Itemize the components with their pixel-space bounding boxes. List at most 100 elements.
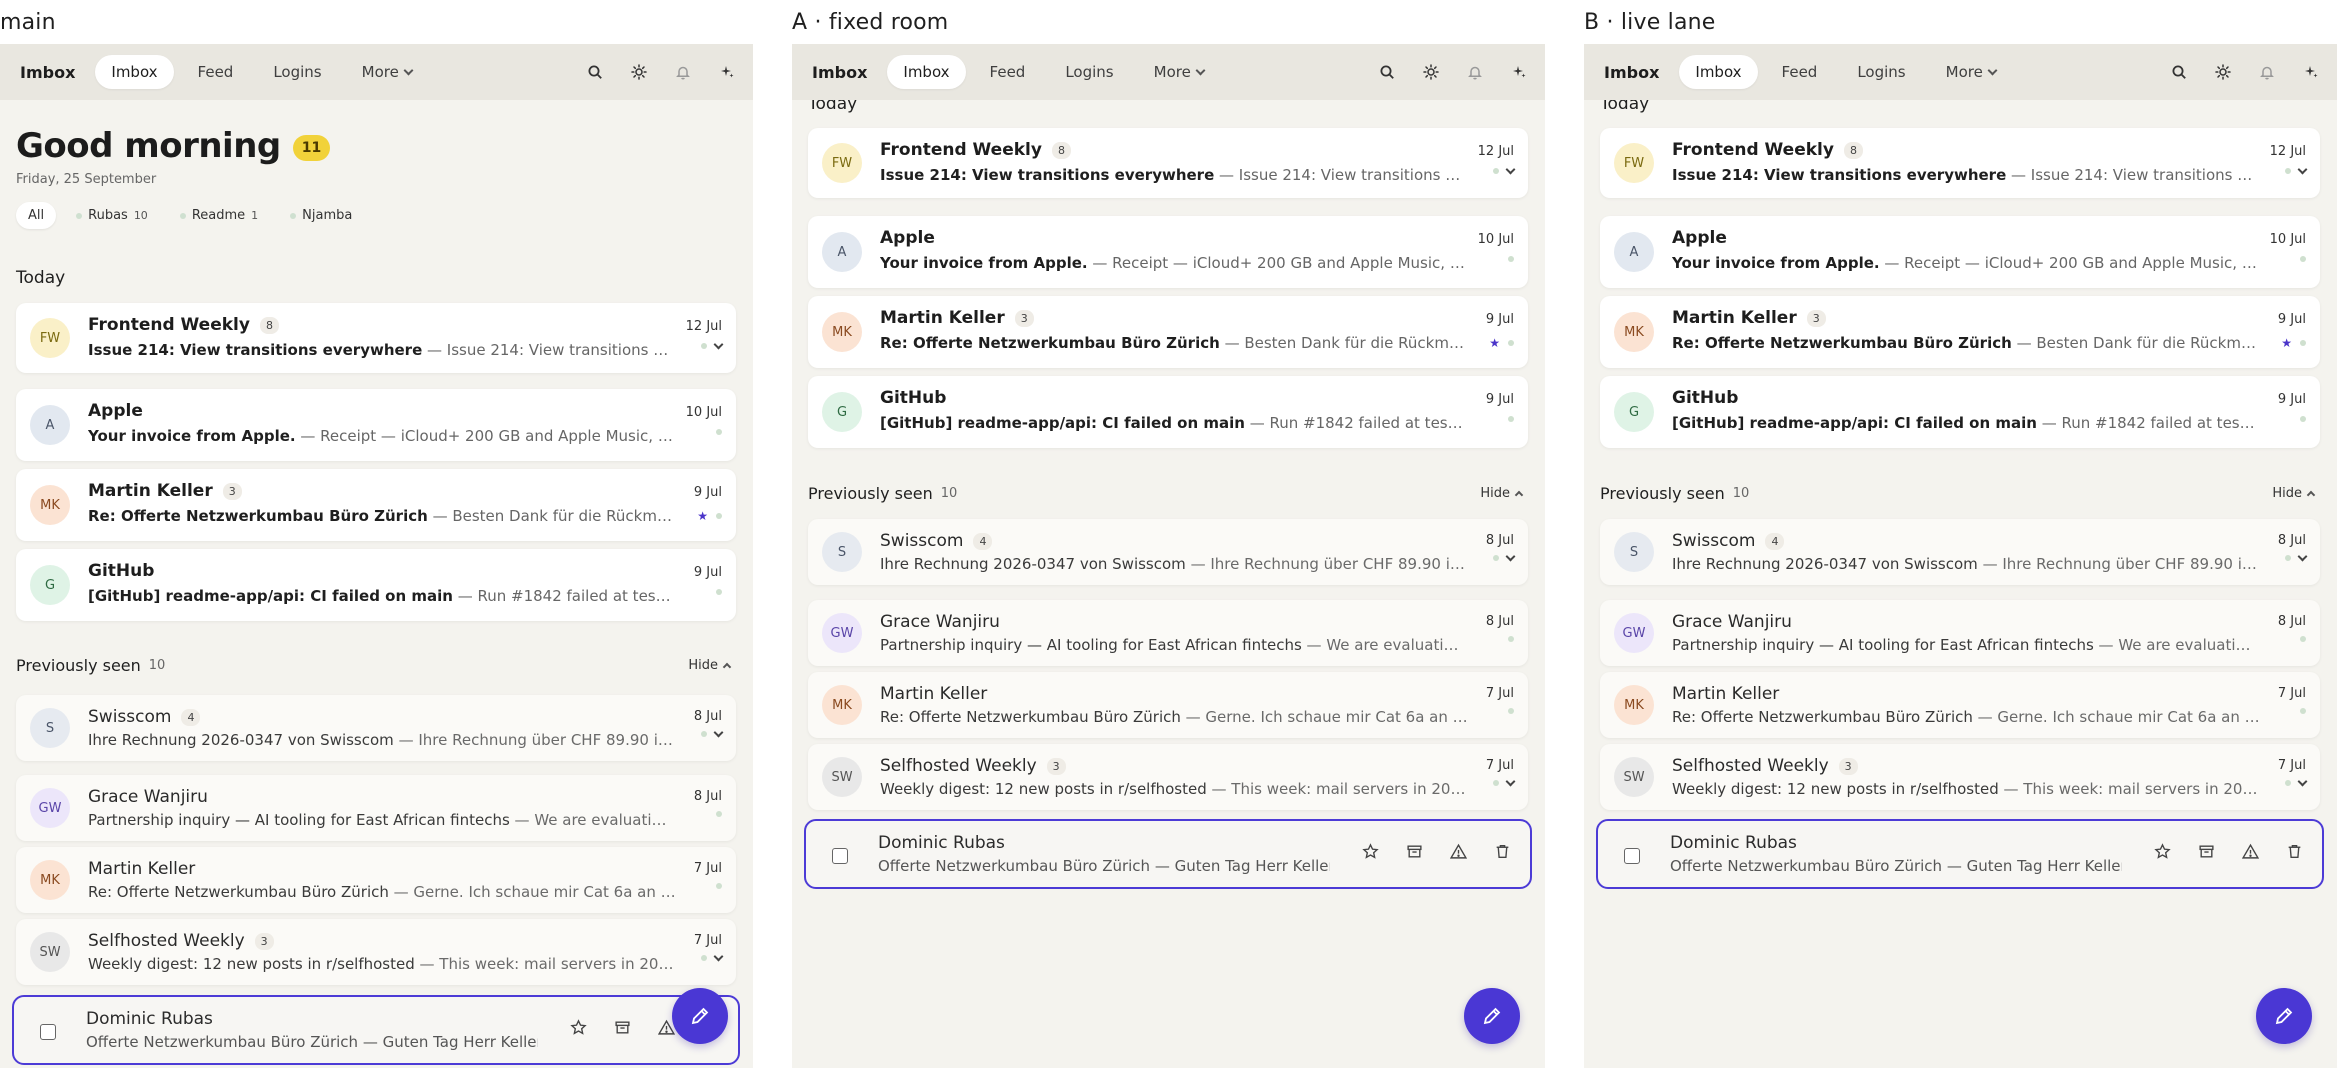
chip-dot [290,212,297,219]
list-item[interactable]: A Apple Your invoice from Apple. — Receipt… [1600,216,2320,288]
tab-logins[interactable]: Logins [257,55,337,89]
spam-icon[interactable] [1448,841,1468,861]
tab-feed[interactable]: Feed [1766,55,1834,89]
star-icon[interactable]: ★ [2281,336,2292,350]
selected-row[interactable]: Dominic Rubas Offerte Netzwerkumbau Büro … [1596,819,2324,889]
star-icon[interactable]: ★ [697,509,708,523]
sun-icon[interactable] [629,62,649,82]
avatar: G [822,392,862,432]
list-item[interactable]: GW Grace Wanjiru Partnership inquiry — AI … [16,775,736,841]
compose-button[interactable] [672,988,728,1044]
sender-name: Frontend Weekly 8 [880,140,1071,160]
row-checkbox[interactable] [40,1024,56,1040]
star-icon[interactable] [1360,841,1380,861]
list-item[interactable]: MK Martin Keller 3 Re: Offerte Netzwerkumba… [808,296,1528,368]
sun-icon[interactable] [1421,62,1441,82]
compose-button[interactable] [1464,988,1520,1044]
list-item[interactable]: GW Grace Wanjiru Partnership inquiry — AI … [808,600,1528,666]
chevron-down-icon[interactable] [713,727,724,737]
sender-label: GitHub [880,388,947,408]
sparkle-icon[interactable] [1509,62,1529,82]
sparkle-icon[interactable] [2301,62,2321,82]
star-icon[interactable] [568,1017,588,1037]
archive-icon[interactable] [1404,841,1424,861]
tab-imbox[interactable]: Imbox [887,55,966,89]
list-item[interactable]: A Apple Your invoice from Apple. — Receipt… [16,389,736,461]
tab-imbox[interactable]: Imbox [1679,55,1758,89]
selected-row[interactable]: Dominic Rubas Offerte Netzwerkumbau Büro … [804,819,1532,889]
list-item[interactable]: A Apple Your invoice from Apple. — Receipt… [808,216,1528,288]
tab-logins[interactable]: Logins [1049,55,1129,89]
trash-icon[interactable] [1492,841,1512,861]
list-item[interactable]: SW Selfhosted Weekly 3 Weekly digest: 12 ne… [1600,744,2320,810]
brand-logo[interactable]: Imbox [1604,63,1659,82]
list-item[interactable]: G GitHub [GitHub] readme-app/api: CI faile… [16,549,736,621]
row-checkbox[interactable] [1624,848,1640,864]
spam-icon[interactable] [2240,841,2260,861]
selected-row[interactable]: Dominic Rubas Offerte Netzwerkumbau Büro … [12,995,740,1065]
tab-feed[interactable]: Feed [974,55,1042,89]
bell-icon[interactable] [2257,62,2277,82]
list-item[interactable]: MK Martin Keller Re: Offerte Netzwerkumbau… [808,672,1528,738]
bell-icon[interactable] [1465,62,1485,82]
sun-icon[interactable] [2213,62,2233,82]
chevron-down-icon[interactable] [1505,551,1516,561]
trash-icon[interactable] [2284,841,2304,861]
hide-button[interactable]: Hide [688,658,732,673]
list-item[interactable]: FW Frontend Weekly 8 Issue 214: View transi… [16,303,736,373]
chevron-down-icon[interactable] [713,951,724,961]
filter-chip-njamba[interactable]: Njamba [278,202,364,229]
chevron-down-icon[interactable] [2297,551,2308,561]
archive-icon[interactable] [2196,841,2216,861]
sender-name: GitHub [88,561,154,581]
search-icon[interactable] [2169,62,2189,82]
tab-imbox[interactable]: Imbox [95,55,174,89]
list-item[interactable]: MK Martin Keller Re: Offerte Netzwerkumbau… [16,847,736,913]
sparkle-icon[interactable] [717,62,737,82]
bell-icon[interactable] [673,62,693,82]
hide-button[interactable]: Hide [1480,486,1524,501]
list-item[interactable]: FW Frontend Weekly 8 Issue 214: View transi… [1600,128,2320,198]
list-item[interactable]: SW Selfhosted Weekly 3 Weekly digest: 12 ne… [16,919,736,985]
hide-button[interactable]: Hide [2272,486,2316,501]
list-item[interactable]: MK Martin Keller 3 Re: Offerte Netzwerkumba… [16,469,736,541]
brand-logo[interactable]: Imbox [20,63,75,82]
tab-more[interactable]: More [346,55,428,89]
tab-logins[interactable]: Logins [1841,55,1921,89]
archive-icon[interactable] [612,1017,632,1037]
list-item[interactable]: MK Martin Keller 3 Re: Offerte Netzwerkumba… [1600,296,2320,368]
list-item[interactable]: S Swisscom 4 Ihre Rechnung 2026-0347 von Sw… [16,695,736,761]
star-icon[interactable]: ★ [1489,336,1500,350]
row-checkbox[interactable] [832,848,848,864]
sender-label: GitHub [88,561,155,581]
star-icon[interactable] [2152,841,2172,861]
search-icon[interactable] [585,62,605,82]
brand-logo[interactable]: Imbox [812,63,867,82]
list-item[interactable]: SW Selfhosted Weekly 3 Weekly digest: 12 ne… [808,744,1528,810]
sender-label: Selfhosted Weekly [1672,756,1829,776]
list-item[interactable]: G GitHub [GitHub] readme-app/api: CI faile… [808,376,1528,448]
filter-chip-all[interactable]: All [16,202,57,229]
tab-more[interactable]: More [1930,55,2012,89]
list-item[interactable]: S Swisscom 4 Ihre Rechnung 2026-0347 von Sw… [1600,519,2320,585]
subject: [GitHub] readme-app/api: CI failed on ma… [1672,414,2037,432]
list-item[interactable]: G GitHub [GitHub] readme-app/api: CI faile… [1600,376,2320,448]
chevron-down-icon[interactable] [1505,164,1516,174]
list-item[interactable]: MK Martin Keller Re: Offerte Netzwerkumbau… [1600,672,2320,738]
avatar-initials: SW [831,769,853,785]
chevron-down-icon[interactable] [1505,776,1516,786]
list-item[interactable]: S Swisscom 4 Ihre Rechnung 2026-0347 von Sw… [808,519,1528,585]
chevron-down-icon[interactable] [2297,164,2308,174]
list-item[interactable]: GW Grace Wanjiru Partnership inquiry — AI … [1600,600,2320,666]
list-item[interactable]: FW Frontend Weekly 8 Issue 214: View transi… [808,128,1528,198]
search-icon[interactable] [1377,62,1397,82]
tab-feed[interactable]: Feed [182,55,250,89]
tab-more[interactable]: More [1138,55,1220,89]
compose-button[interactable] [2256,988,2312,1044]
filter-chip-readme[interactable]: Readme 1 [168,202,270,229]
section-title: Previously seen [16,656,141,675]
chevron-down-icon[interactable] [713,339,724,349]
filter-chip-rubas[interactable]: Rubas 10 [64,202,160,229]
chevron-down-icon[interactable] [2297,776,2308,786]
avatar-initials: A [1629,244,1639,260]
